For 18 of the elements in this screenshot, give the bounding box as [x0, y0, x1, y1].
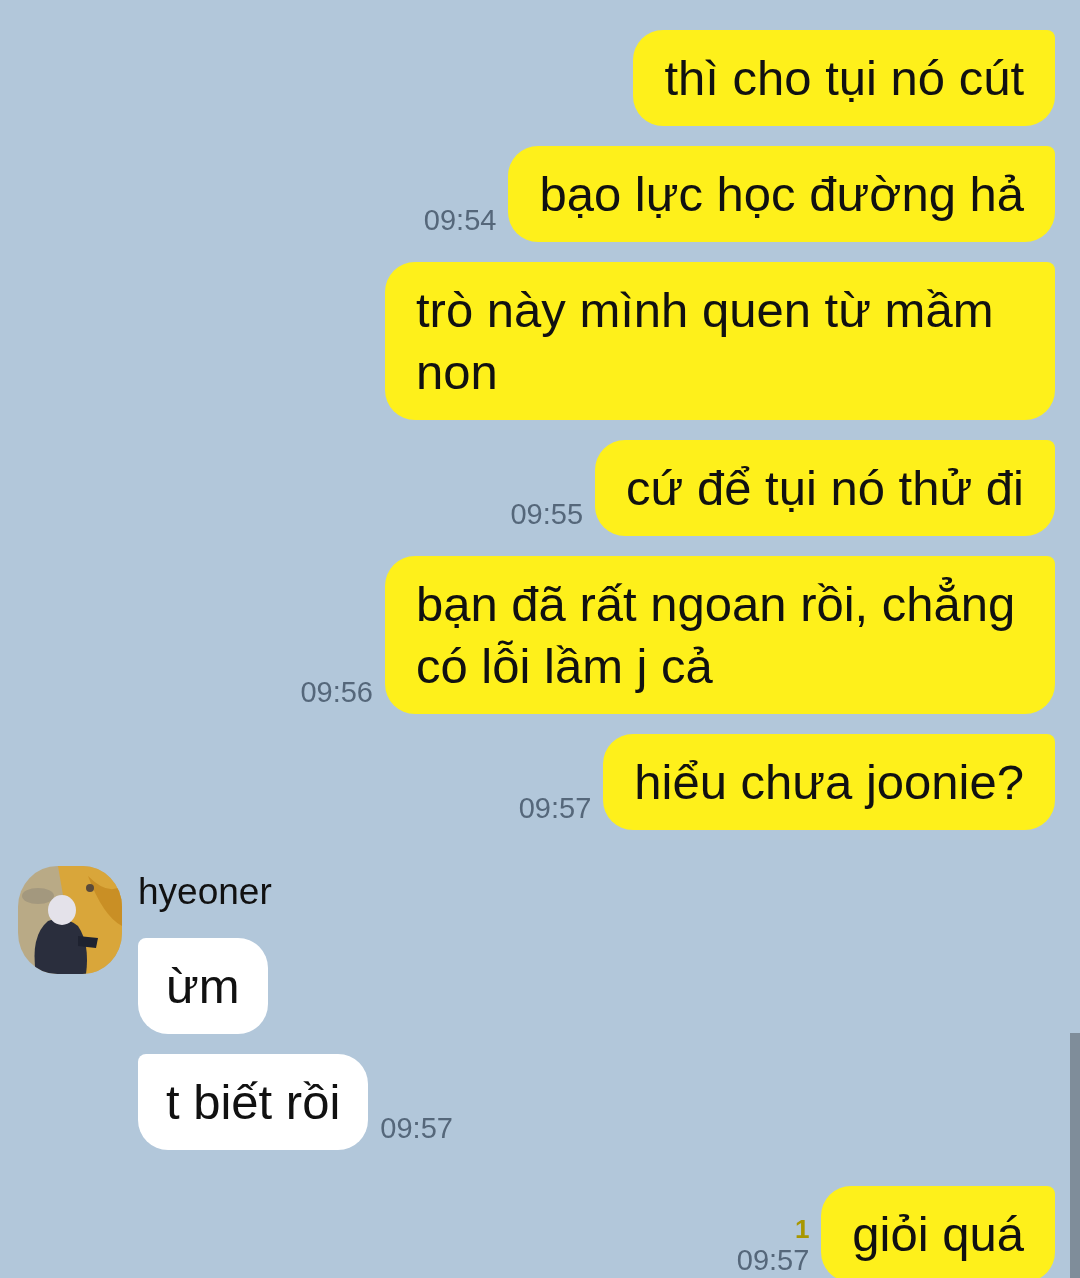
message-time: 09:55 — [510, 496, 584, 532]
message-bubble: giỏi quá — [821, 1186, 1055, 1278]
message-time: 09:57 — [736, 1242, 810, 1278]
message-time: 09:57 — [380, 1110, 453, 1146]
message-bubble: cứ để tụi nó thử đi — [595, 440, 1055, 536]
message-bubble: t biết rồi — [138, 1054, 369, 1150]
sender-name: hyeoner — [138, 870, 273, 914]
message-bubble: thì cho tụi nó cút — [633, 30, 1055, 126]
scrollbar[interactable] — [1070, 1033, 1080, 1278]
message-bubble: hiểu chưa joonie? — [603, 734, 1055, 830]
unread-count: 1 — [794, 1215, 810, 1242]
message-bubble: ừm — [138, 938, 268, 1034]
message-time: 09:54 — [423, 202, 497, 238]
message-bubble: bạo lực học đường hả — [508, 146, 1055, 242]
message-time: 09:56 — [300, 674, 373, 710]
message-bubble: bạn đã rất ngoan rồi, chẳng có lỗi lầm j cả — [385, 556, 1055, 714]
message-bubble: trò này mình quen từ mầm non — [385, 262, 1055, 420]
message-time: 09:57 — [518, 790, 592, 826]
